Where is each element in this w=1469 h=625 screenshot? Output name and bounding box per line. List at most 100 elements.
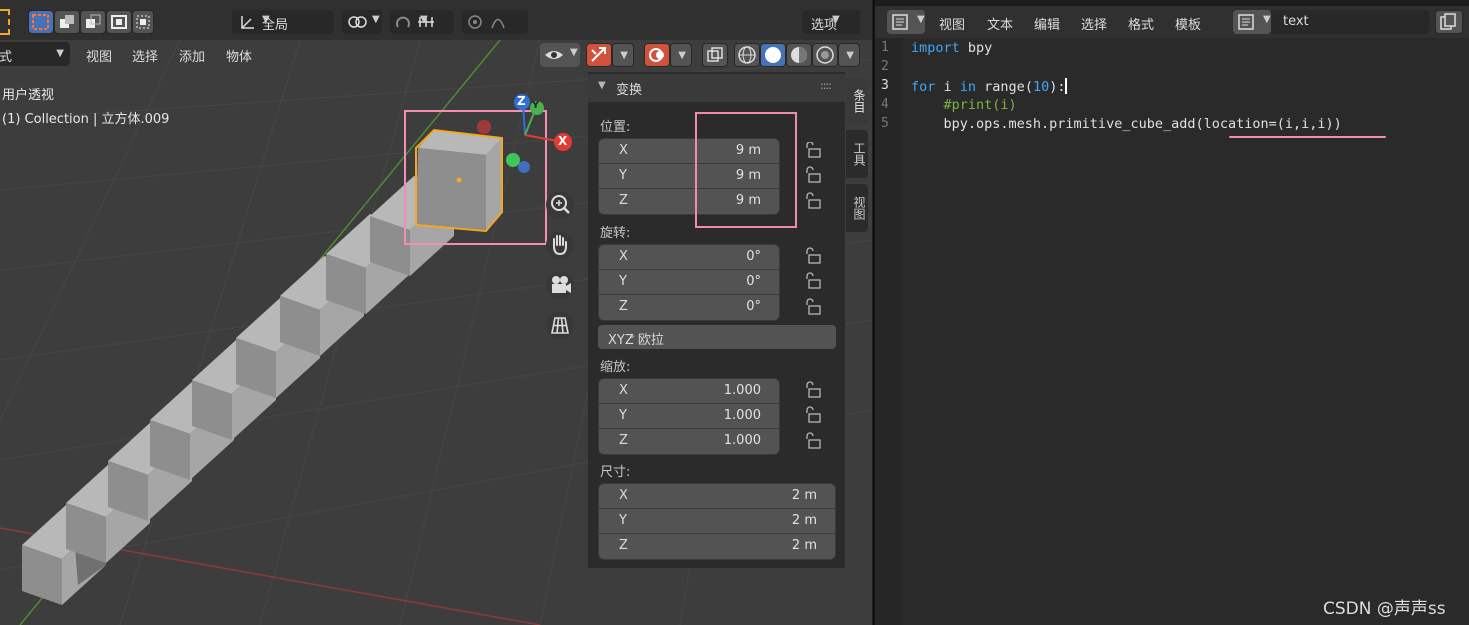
material-shading-button[interactable] — [786, 43, 812, 67]
text-name-field[interactable]: text — [1271, 10, 1429, 34]
code-token: ): — [1049, 79, 1066, 95]
panel-title: 变换 — [616, 83, 643, 98]
overlay-dropdown[interactable]: ▼ — [670, 43, 692, 67]
shading-dropdown[interactable]: ▼ — [838, 43, 860, 67]
extend-selection-button[interactable] — [54, 10, 80, 34]
chevron-down-icon: ▼ — [570, 47, 578, 58]
intersect-selection-button[interactable] — [132, 10, 154, 34]
rotation-fields: X 0° Y 0° Z 0° — [598, 244, 780, 321]
gizmo-x-label[interactable]: X — [558, 134, 567, 148]
chevron-down-icon: ▼ — [56, 48, 64, 59]
tab-item[interactable]: 条目 — [846, 78, 868, 124]
rendered-shading-button[interactable] — [812, 43, 838, 67]
rotation-z-field[interactable]: Z 0° — [599, 295, 779, 320]
collapse-triangle-icon[interactable]: ▼ — [598, 80, 606, 91]
difference-selection-button[interactable] — [106, 10, 132, 34]
line-number: 5 — [881, 116, 889, 131]
rotation-label: 旋转: — [600, 226, 631, 241]
scale-y-field[interactable]: Y 1.000 — [599, 404, 779, 429]
scale-x-field[interactable]: X 1.000 — [599, 379, 779, 404]
ortho-grid-icon[interactable] — [546, 311, 574, 339]
text-datablock-icon — [1238, 14, 1254, 30]
rotation-y-field[interactable]: Y 0° — [599, 270, 779, 295]
snapping-dropdown[interactable]: ▼ — [390, 10, 454, 34]
new-selection-mode-button[interactable] — [28, 10, 54, 34]
gizmo-y-label[interactable]: Y — [532, 100, 539, 111]
text-browse-dropdown[interactable]: ▼ — [1233, 10, 1271, 34]
menu-object[interactable]: 物体 — [226, 46, 252, 65]
editor-menu-format[interactable]: 格式 — [1128, 14, 1154, 33]
overlay-toggle-button[interactable] — [644, 43, 670, 67]
rotation-x-field[interactable]: X 0° — [599, 245, 779, 270]
menu-view[interactable]: 视图 — [86, 46, 112, 65]
scale-fields: X 1.000 Y 1.000 Z 1.000 — [598, 378, 780, 455]
text-cursor — [1065, 78, 1068, 94]
subtract-selection-button[interactable] — [80, 10, 106, 34]
zoom-icon[interactable] — [546, 191, 574, 219]
select-box-icon-partial[interactable] — [0, 9, 10, 35]
editor-menu-templates[interactable]: 模板 — [1175, 14, 1201, 33]
lock-icon — [806, 381, 821, 398]
menu-select[interactable]: 选择 — [132, 46, 158, 65]
transform-orientation-dropdown[interactable]: 全局 ▼ — [232, 10, 334, 34]
drag-handle-icon[interactable]: :::: — [820, 79, 832, 92]
field-value: 1.000 — [723, 408, 761, 423]
dimensions-z-field[interactable]: Z 2 m — [599, 534, 835, 559]
orientation-icon — [241, 16, 254, 29]
lock-icon — [806, 166, 821, 183]
axis-label: Z — [619, 299, 628, 314]
line-number: 1 — [881, 40, 889, 55]
rotation-mode-dropdown[interactable]: XYZ 欧拉 ⌄ — [598, 325, 836, 349]
dimensions-y-field[interactable]: Y 2 m — [599, 509, 835, 534]
scale-z-field[interactable]: Z 1.000 — [599, 429, 779, 454]
field-value: 1.000 — [723, 383, 761, 398]
chevron-down-icon: ▼ — [832, 14, 840, 25]
chevron-down-icon: ⌄ — [628, 330, 637, 341]
editor-menu-text[interactable]: 文本 — [987, 14, 1013, 33]
chevron-down-icon: ▼ — [846, 50, 854, 61]
line-number-gutter: 1 2 3 4 5 — [875, 38, 902, 625]
wireframe-sphere-icon — [738, 46, 756, 64]
gizmo-arrows-icon — [591, 47, 606, 62]
gizmo-toggle-button[interactable] — [586, 43, 612, 67]
wireframe-shading-button[interactable] — [734, 43, 760, 67]
field-value: 0° — [746, 299, 761, 314]
editor-type-dropdown[interactable]: ▼ — [887, 10, 925, 34]
chevron-down-icon: ▼ — [372, 14, 380, 25]
axis-label: Z — [619, 433, 628, 448]
mode-dropdown[interactable]: 模式 ▼ — [0, 42, 70, 66]
keyword-token: in — [959, 79, 977, 95]
field-value: 0° — [746, 249, 761, 264]
editor-menu-select[interactable]: 选择 — [1081, 14, 1107, 33]
lock-icons[interactable] — [802, 142, 826, 477]
editor-menu-edit[interactable]: 编辑 — [1034, 14, 1060, 33]
camera-icon[interactable] — [546, 271, 574, 299]
watermark: CSDN @声声ss — [1323, 599, 1446, 619]
chevron-down-icon: ▼ — [420, 14, 428, 25]
editor-menu-view[interactable]: 视图 — [939, 14, 965, 33]
xray-toggle-button[interactable] — [702, 43, 728, 67]
lock-icon — [806, 142, 821, 158]
visibility-dropdown[interactable]: ▼ — [540, 43, 580, 67]
axis-label: X — [619, 143, 628, 158]
code-area[interactable]: import bpy for i in range(10): #print(i)… — [902, 38, 1469, 625]
axis-label: Z — [619, 538, 628, 553]
dimensions-x-field[interactable]: X 2 m — [599, 484, 835, 509]
solid-shading-button[interactable] — [760, 43, 786, 67]
transform-panel-header[interactable]: ▼ 变换 :::: — [588, 74, 845, 102]
field-value: 1.000 — [723, 433, 761, 448]
keyword-token: for — [911, 79, 936, 95]
proportional-editing-dropdown[interactable] — [462, 10, 528, 34]
menu-add[interactable]: 添加 — [179, 46, 205, 65]
new-text-button[interactable] — [1435, 10, 1463, 34]
tab-tool[interactable]: 工具 — [846, 130, 868, 178]
location-label: 位置: — [600, 120, 631, 135]
field-value: 2 m — [791, 513, 817, 528]
pivot-point-dropdown[interactable]: ▼ — [342, 10, 382, 34]
options-dropdown[interactable]: 选项 ▼ — [802, 10, 860, 34]
gizmo-dropdown[interactable]: ▼ — [612, 43, 634, 67]
tab-view[interactable]: 视图 — [846, 184, 868, 232]
pan-hand-icon[interactable] — [546, 231, 574, 259]
pivot-icon — [348, 16, 367, 28]
gizmo-z-label[interactable]: Z — [517, 94, 526, 108]
